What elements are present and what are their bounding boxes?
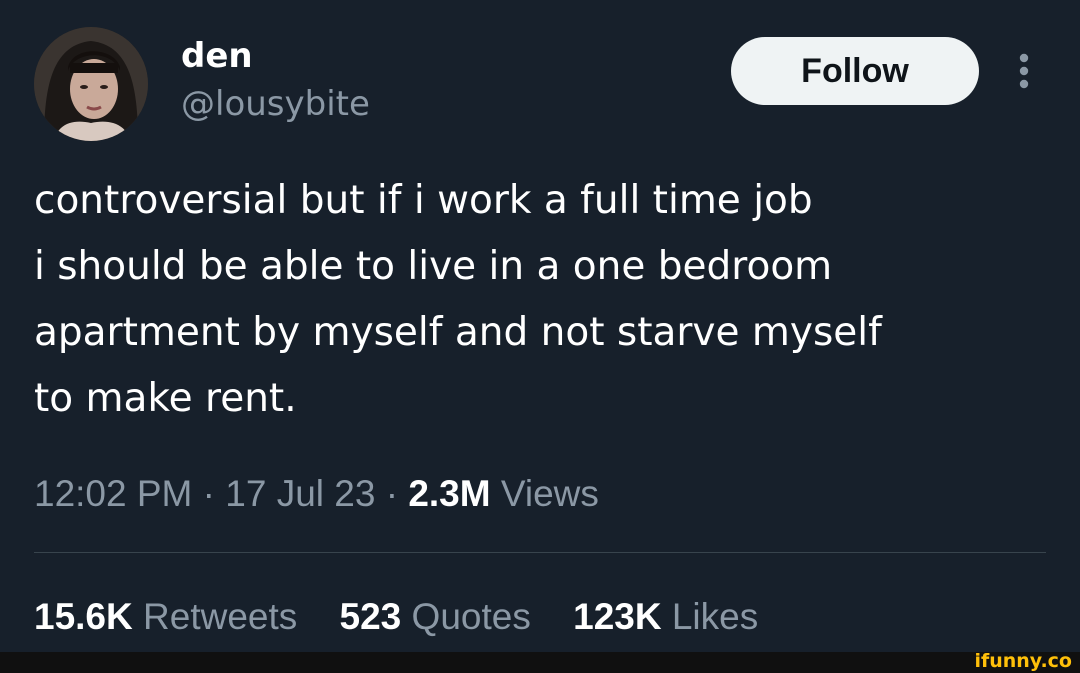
likes-stat[interactable]: 123K Likes (573, 594, 758, 640)
views-count: 2.3M (408, 473, 491, 514)
tweet-text: controversial but if i work a full time … (34, 178, 882, 421)
engagement-stats: 15.6K Retweets 523 Quotes 123K Likes (34, 594, 790, 640)
likes-label: Likes (671, 596, 759, 637)
more-vertical-icon (1019, 53, 1029, 89)
quotes-label: Quotes (411, 596, 531, 637)
more-options-button[interactable] (1006, 49, 1042, 93)
tweet-meta: 12:02 PM · 17 Jul 23 · 2.3M Views (34, 471, 599, 517)
ifunny-watermark: ifunny.co (974, 650, 1072, 672)
quotes-stat[interactable]: 523 Quotes (340, 594, 531, 640)
tweet-time[interactable]: 12:02 PM (34, 473, 192, 514)
views-label: Views (500, 473, 599, 514)
likes-count: 123K (573, 596, 662, 637)
meta-separator: · (202, 473, 226, 514)
username-handle[interactable]: @lousybite (181, 82, 370, 126)
tweet-date[interactable]: 17 Jul 23 (225, 473, 375, 514)
retweets-count: 15.6K (34, 596, 133, 637)
retweets-stat[interactable]: 15.6K Retweets (34, 594, 297, 640)
avatar[interactable] (34, 27, 148, 141)
meta-separator: · (385, 473, 409, 514)
avatar-image (34, 27, 148, 141)
display-name[interactable]: den (181, 34, 253, 78)
quotes-count: 523 (339, 596, 402, 637)
tweet-card: den @lousybite Follow controversial but … (0, 0, 1080, 652)
footer-bar: ifunny.co (0, 650, 1080, 673)
retweets-label: Retweets (143, 596, 298, 637)
follow-button[interactable]: Follow (731, 37, 979, 105)
divider (34, 552, 1046, 553)
